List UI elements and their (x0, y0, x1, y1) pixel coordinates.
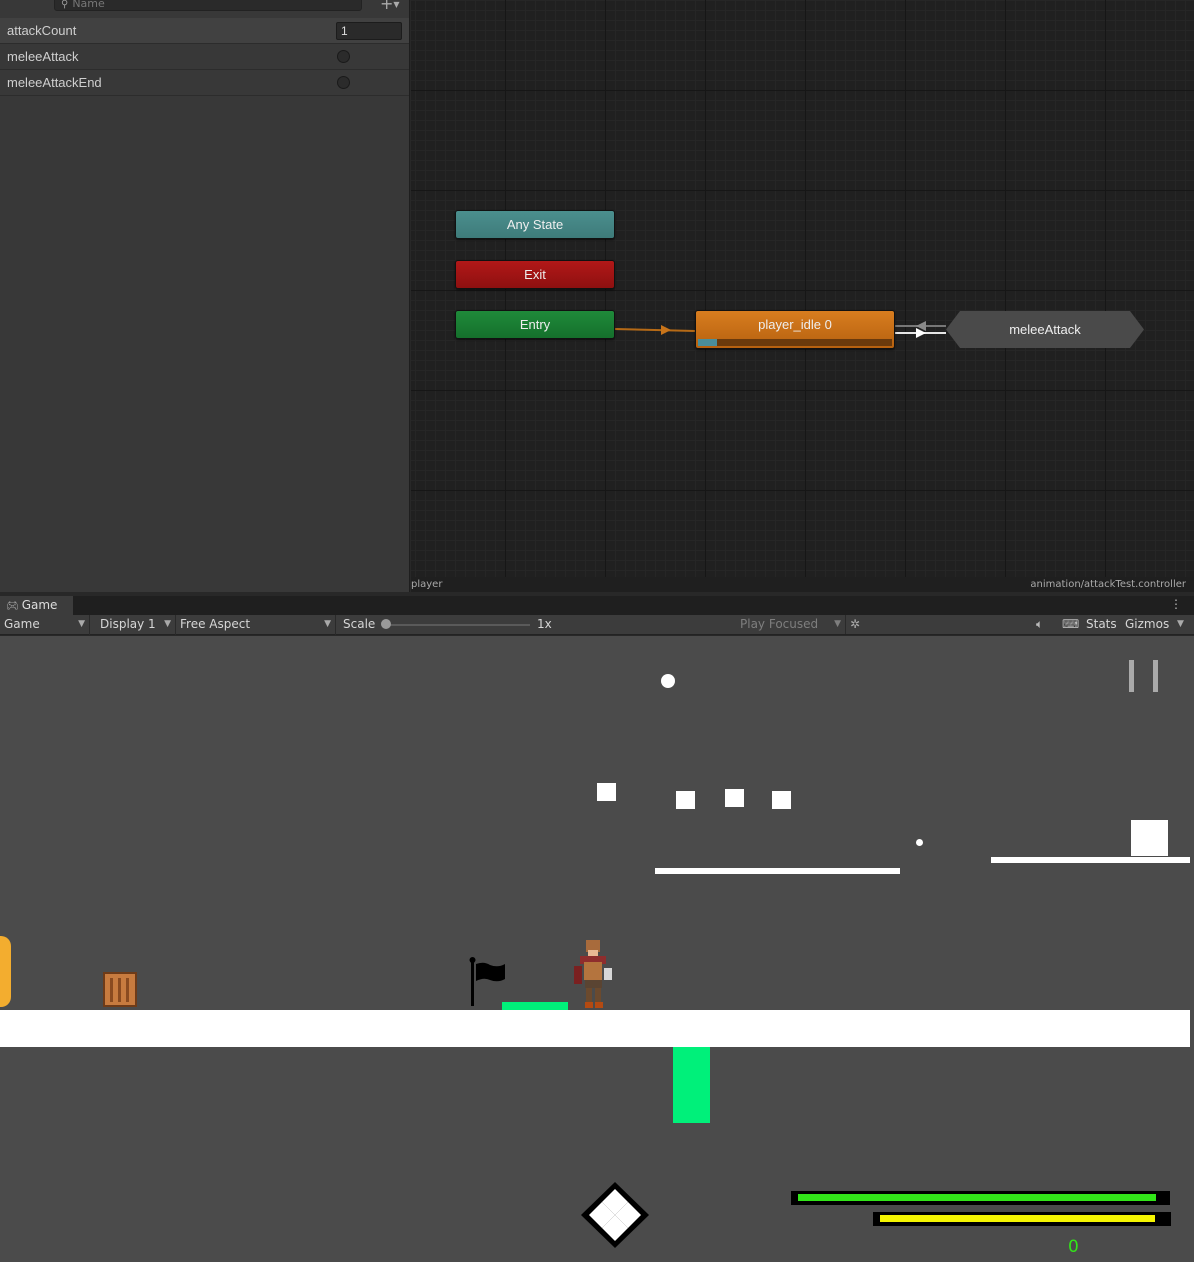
small-pickup (916, 839, 923, 846)
entry-transition[interactable] (614, 328, 696, 332)
scale-label: Scale (343, 617, 376, 631)
parameter-name: attackCount (7, 23, 77, 38)
scale-value: 1x (537, 617, 552, 631)
mute-icon[interactable]: 🔈︎ (1036, 615, 1043, 634)
graph-status-bar: player animation/attackTest.controller (411, 577, 1194, 592)
coin-pickup (661, 674, 675, 688)
arrow-head-icon (661, 325, 671, 335)
trigger-toggle[interactable] (337, 76, 350, 89)
state-progress-bar (698, 339, 892, 346)
parameter-search-input[interactable]: ⚲ Name (54, 0, 362, 11)
scale-slider-track[interactable] (384, 624, 530, 626)
tab-game[interactable]: 🎮︎ Game (0, 596, 73, 615)
chevron-down-icon[interactable]: ▼ (1177, 615, 1184, 634)
block (676, 791, 695, 809)
stats-button[interactable]: Stats (1086, 615, 1117, 634)
flag-icon (469, 957, 505, 1006)
parameter-row-meleeattack[interactable]: meleeAttack (0, 44, 409, 70)
state-node-player-idle[interactable]: player_idle 0 (695, 310, 895, 349)
animator-graph[interactable]: Any State Exit Entry player_idle 0 melee… (411, 0, 1194, 577)
health-bar-fill (798, 1194, 1156, 1201)
green-pillar (673, 1047, 710, 1123)
add-parameter-button[interactable]: +▼ (380, 0, 400, 13)
keyboard-icon[interactable]: ⌨ (1062, 615, 1079, 634)
large-block (1131, 820, 1168, 856)
any-state-node[interactable]: Any State (455, 210, 615, 239)
play-mode-dropdown[interactable]: Play Focused ▼ (736, 615, 846, 634)
block (725, 789, 744, 807)
aspect-dropdown[interactable]: Free Aspect ▼ (176, 615, 336, 635)
pause-button[interactable] (1129, 660, 1159, 692)
parameter-name: meleeAttackEnd (7, 75, 102, 90)
tab-menu-button[interactable]: ⋮ (1170, 597, 1182, 611)
chevron-down-icon: ▼ (164, 619, 171, 629)
dpad-icon[interactable] (578, 1180, 652, 1250)
chevron-down-icon: ▼ (834, 619, 841, 629)
parameter-row-attackcount[interactable]: attackCount 1 (0, 18, 409, 44)
entry-node[interactable]: Entry (455, 310, 615, 339)
state-node-meleeattack[interactable]: meleeAttack (946, 311, 1144, 348)
chevron-down-icon: ▼ (393, 0, 400, 9)
floating-platform (991, 857, 1190, 863)
state-label: player_idle 0 (758, 317, 832, 332)
parameter-row-meleeattackend[interactable]: meleeAttackEnd (0, 70, 409, 96)
controller-path-label: animation/attackTest.controller (1030, 579, 1186, 590)
parameter-name: meleeAttack (7, 49, 79, 64)
chevron-down-icon: ▼ (78, 619, 85, 629)
scale-slider-handle[interactable] (381, 619, 391, 629)
block (597, 783, 616, 801)
view-mode-dropdown[interactable]: Game ▼ (0, 615, 90, 635)
green-pad (502, 1002, 568, 1010)
gamepad-icon: 🎮︎ (6, 601, 19, 612)
gizmos-button[interactable]: Gizmos (1125, 615, 1169, 634)
display-dropdown[interactable]: Display 1 ▼ (96, 615, 176, 635)
exit-node[interactable]: Exit (455, 260, 615, 289)
chevron-down-icon: ▼ (324, 619, 331, 629)
search-icon: ⚲ (61, 0, 69, 10)
health-bar (791, 1191, 1170, 1205)
block (772, 791, 791, 809)
stamina-bar-fill (880, 1215, 1156, 1222)
trigger-toggle[interactable] (337, 50, 350, 63)
floating-platform (655, 868, 900, 874)
game-toolbar: Game ▼ Display 1 ▼ Free Aspect ▼ Scale 1x P… (0, 615, 1194, 635)
game-tab-bar: 🎮︎ Game ⋮ (0, 596, 1194, 615)
game-view[interactable]: 0 (0, 636, 1194, 1262)
parameters-panel: ⚲ Name +▼ attackCount 1 meleeAttack melee… (0, 0, 410, 592)
stamina-bar (873, 1212, 1171, 1226)
bug-icon[interactable]: ✲ (850, 615, 860, 634)
int-value-field[interactable]: 1 (336, 22, 402, 40)
player-character (574, 940, 612, 1008)
crate (103, 972, 137, 1007)
ground-platform (0, 1010, 1190, 1047)
side-button[interactable] (0, 936, 11, 1007)
score-counter: 0 (1068, 1237, 1079, 1257)
layer-path-label: player (411, 579, 443, 590)
